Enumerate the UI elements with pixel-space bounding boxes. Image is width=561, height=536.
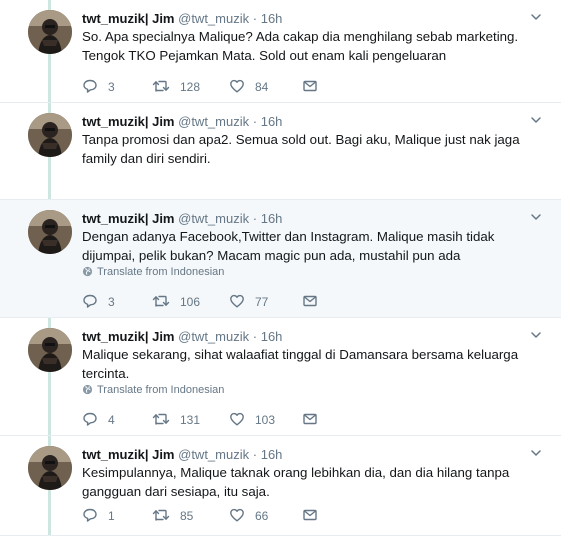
avatar[interactable] <box>28 113 72 157</box>
retweet-count: 128 <box>180 80 201 94</box>
like-count: 66 <box>255 509 269 523</box>
retweet-icon <box>152 293 170 312</box>
retweet-button[interactable]: 85 <box>152 507 193 525</box>
direct-message-button[interactable] <box>302 411 318 429</box>
reply-count: 1 <box>108 509 115 523</box>
tweet-header: twt_muzik| Jim @twt_muzik · 16h <box>82 211 282 226</box>
reply-icon <box>82 78 98 97</box>
tweet-text: Tanpa promosi dan apa2. Semua sold out. … <box>82 132 520 166</box>
author-name[interactable]: twt_muzik| Jim <box>82 211 175 226</box>
separator-dot: · <box>252 447 258 462</box>
reply-button[interactable]: 4 <box>82 411 115 429</box>
retweet-icon <box>152 78 170 97</box>
author-handle[interactable]: @twt_muzik <box>178 329 249 344</box>
envelope-icon <box>302 411 318 430</box>
translate-link[interactable]: Translate from Indonesian <box>82 384 224 396</box>
reply-icon <box>82 293 98 312</box>
separator-dot: · <box>252 11 258 26</box>
tweet-text: Kesimpulannya, Malique taknak orang lebi… <box>82 465 510 499</box>
chevron-down-icon[interactable] <box>529 210 543 224</box>
author-name[interactable]: twt_muzik| Jim <box>82 329 175 344</box>
tweet[interactable]: twt_muzik| Jim @twt_muzik · 16h Tanpa pro… <box>0 103 561 293</box>
heart-icon <box>229 411 245 430</box>
retweet-icon <box>152 411 170 430</box>
timestamp[interactable]: 16h <box>261 211 283 226</box>
timestamp[interactable]: 16h <box>261 11 283 26</box>
author-name[interactable]: twt_muzik| Jim <box>82 11 175 26</box>
chevron-down-icon[interactable] <box>529 113 543 127</box>
like-button[interactable]: 84 <box>229 78 268 96</box>
author-name[interactable]: twt_muzik| Jim <box>82 114 175 129</box>
direct-message-button[interactable] <box>302 78 318 96</box>
like-count: 77 <box>255 295 269 309</box>
author-name[interactable]: twt_muzik| Jim <box>82 447 175 462</box>
reply-count: 4 <box>108 413 115 427</box>
heart-icon <box>229 293 245 312</box>
avatar[interactable] <box>28 10 72 54</box>
retweet-icon <box>152 507 170 526</box>
heart-icon <box>229 507 245 526</box>
separator-dot: · <box>252 329 258 344</box>
tweet-text: Malique sekarang, sihat walaafiat tingga… <box>82 347 519 381</box>
reply-count: 3 <box>108 295 115 309</box>
like-button[interactable]: 103 <box>229 411 275 429</box>
tweet[interactable]: twt_muzik| Jim @twt_muzik · 16h Dengan ad… <box>0 200 561 318</box>
tweet[interactable]: twt_muzik| Jim @twt_muzik · 16h Kesimpula… <box>0 436 561 536</box>
retweet-button[interactable]: 128 <box>152 78 200 96</box>
like-count: 103 <box>255 413 276 427</box>
avatar[interactable] <box>28 446 72 490</box>
author-handle[interactable]: @twt_muzik <box>178 211 249 226</box>
separator-dot: · <box>252 114 258 129</box>
tweet-header: twt_muzik| Jim @twt_muzik · 16h <box>82 114 282 129</box>
tweet-text: So. Apa specialnya Malique? Ada cakap di… <box>82 29 519 63</box>
avatar[interactable] <box>28 328 72 372</box>
like-count: 84 <box>255 80 269 94</box>
chevron-down-icon[interactable] <box>529 328 543 342</box>
reply-button[interactable]: 3 <box>82 78 115 96</box>
reply-icon <box>82 411 98 430</box>
retweet-button[interactable]: 106 <box>152 293 200 311</box>
tweet-header: twt_muzik| Jim @twt_muzik · 16h <box>82 447 282 462</box>
heart-icon <box>229 78 245 97</box>
retweet-button[interactable]: 131 <box>152 411 200 429</box>
retweet-count: 131 <box>180 413 201 427</box>
tweet-header: twt_muzik| Jim @twt_muzik · 16h <box>82 329 282 344</box>
tweet-text: Dengan adanya Facebook,Twitter dan Insta… <box>82 229 495 263</box>
author-handle[interactable]: @twt_muzik <box>178 447 249 462</box>
timestamp[interactable]: 16h <box>261 447 283 462</box>
retweet-count: 85 <box>180 509 194 523</box>
envelope-icon <box>302 78 318 97</box>
tweet[interactable]: twt_muzik| Jim @twt_muzik · 16h So. Apa s… <box>0 0 561 103</box>
tweet-header: twt_muzik| Jim @twt_muzik · 16h <box>82 11 282 26</box>
like-button[interactable]: 66 <box>229 507 268 525</box>
direct-message-button[interactable] <box>302 507 318 525</box>
reply-button[interactable]: 3 <box>82 293 115 311</box>
envelope-icon <box>302 507 318 526</box>
translate-label: Translate from Indonesian <box>97 384 225 396</box>
timestamp[interactable]: 16h <box>261 329 283 344</box>
translate-link[interactable]: Translate from Indonesian <box>82 266 224 278</box>
reply-icon <box>82 507 98 526</box>
reply-count: 3 <box>108 80 115 94</box>
chevron-down-icon[interactable] <box>529 10 543 24</box>
author-handle[interactable]: @twt_muzik <box>178 11 249 26</box>
author-handle[interactable]: @twt_muzik <box>178 114 249 129</box>
timestamp[interactable]: 16h <box>261 114 283 129</box>
globe-icon <box>82 384 97 396</box>
tweet[interactable]: twt_muzik| Jim @twt_muzik · 16h Malique s… <box>0 318 561 436</box>
translate-label: Translate from Indonesian <box>97 266 225 278</box>
like-button[interactable]: 77 <box>229 293 268 311</box>
separator-dot: · <box>252 211 258 226</box>
tweet-thread: twt_muzik| Jim @twt_muzik · 16h So. Apa s… <box>0 0 561 536</box>
chevron-down-icon[interactable] <box>529 446 543 460</box>
avatar[interactable] <box>28 210 72 254</box>
direct-message-button[interactable] <box>302 293 318 311</box>
retweet-count: 106 <box>180 295 201 309</box>
envelope-icon <box>302 293 318 312</box>
reply-button[interactable]: 1 <box>82 507 115 525</box>
globe-icon <box>82 266 97 278</box>
